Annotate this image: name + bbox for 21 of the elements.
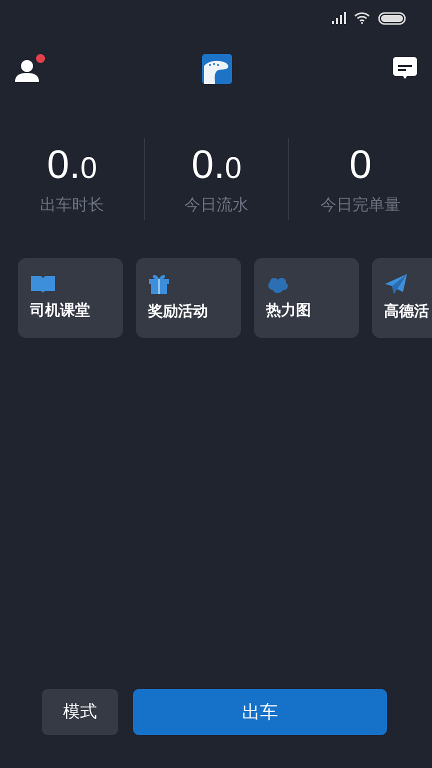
- stat-value: 0.0: [46, 142, 98, 189]
- battery-icon: [378, 12, 406, 24]
- wifi-icon: [354, 12, 370, 24]
- book-icon: [30, 274, 56, 294]
- profile-button[interactable]: [14, 55, 42, 83]
- leopard-logo-icon: [202, 54, 232, 84]
- stat-value: 0: [349, 142, 372, 189]
- shortcut-card[interactable]: 高德活: [372, 258, 432, 338]
- stat-value: 0.0: [191, 142, 242, 189]
- signal-icon: [332, 12, 346, 24]
- paper-plane-icon: [384, 272, 408, 295]
- shortcut-card[interactable]: 热力图: [254, 258, 359, 338]
- mode-button[interactable]: 模式: [42, 689, 118, 735]
- gift-icon: [148, 272, 170, 295]
- person-icon: [14, 59, 40, 83]
- shortcut-card[interactable]: 司机课堂: [18, 258, 123, 338]
- stat-label: 今日完单量: [320, 196, 400, 216]
- shortcut-card[interactable]: 奖励活动: [136, 258, 241, 338]
- stat-label: 出车时长: [40, 196, 104, 216]
- start-button[interactable]: 出车: [133, 689, 387, 735]
- stat-label: 今日流水: [184, 196, 248, 216]
